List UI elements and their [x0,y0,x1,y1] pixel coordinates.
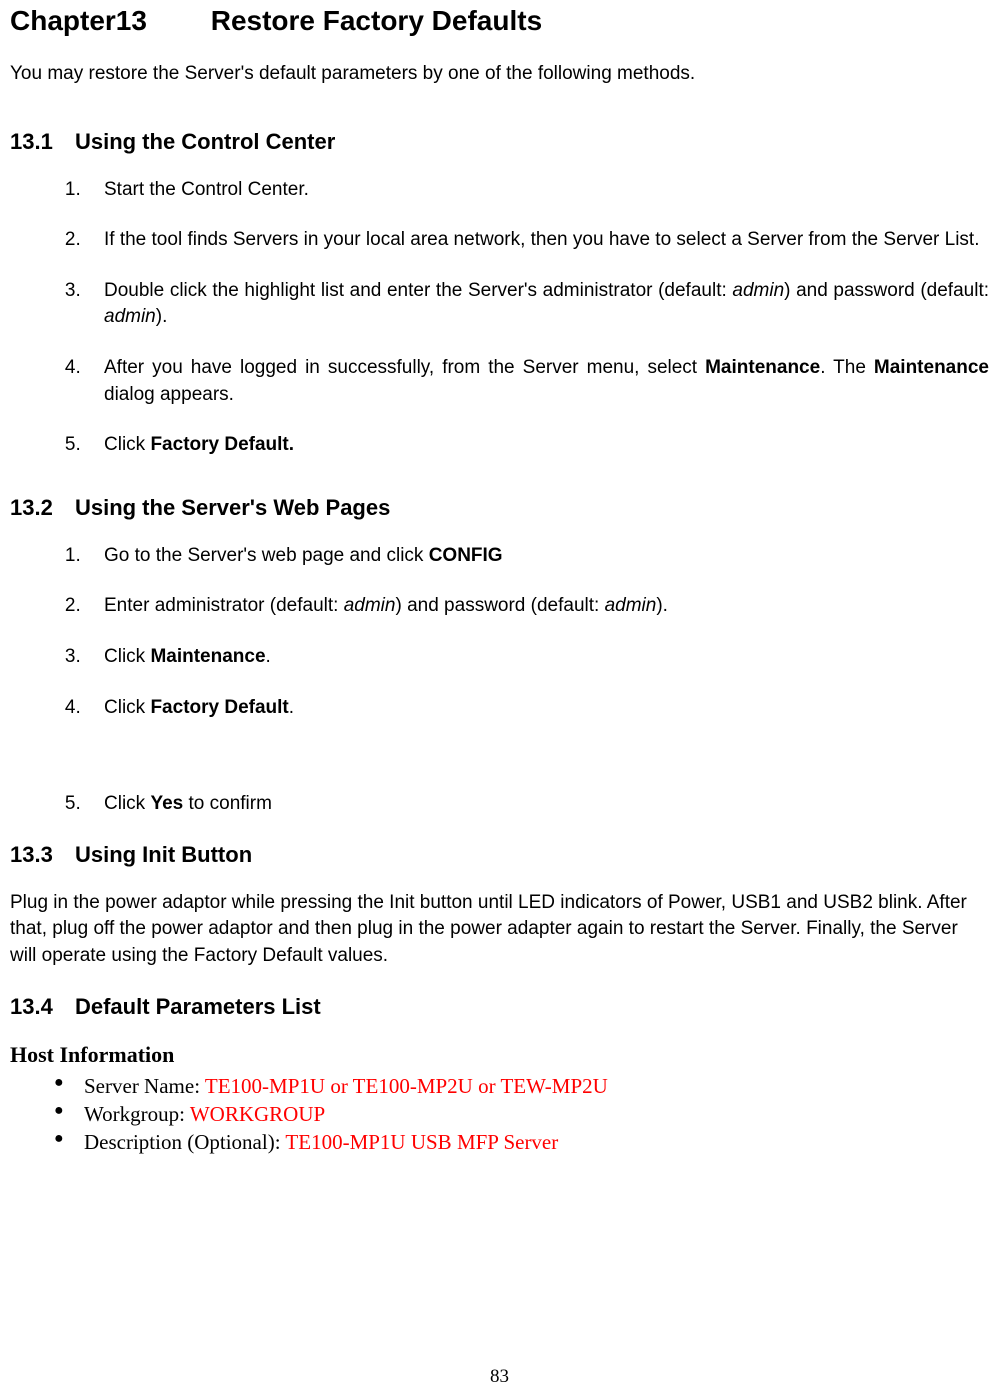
param-value: TE100-MP1U USB MFP Server [285,1130,558,1154]
step-item: After you have logged in successfully, f… [86,355,989,408]
step-text: Go to the Server's web page and click [104,545,429,566]
step-text: . [289,697,294,718]
step-text: If the tool finds Servers in your local … [104,229,979,250]
host-info-heading: Host Information [10,1042,989,1068]
step-text: ) and password (default: [784,280,989,301]
step-item: Click Maintenance. [86,644,989,671]
bold-text: Yes [150,793,183,814]
section-132-steps: Go to the Server's web page and click CO… [10,543,989,818]
step-text: ). [656,595,668,616]
italic-text: admin [104,306,156,327]
step-text: ) and password (default: [395,595,604,616]
italic-text: admin [605,595,657,616]
step-text: Double click the highlight list and ente… [104,280,732,301]
host-info-list: Server Name: TE100-MP1U or TE100-MP2U or… [10,1072,989,1157]
list-item: Workgroup: WORKGROUP [54,1100,989,1128]
italic-text: admin [732,280,784,301]
section-131-steps: Start the Control Center. If the tool fi… [10,177,989,459]
step-text: After you have logged in successfully, f… [104,357,705,378]
chapter-title: Chapter13 Restore Factory Defaults [10,5,989,37]
section-number: 13.4 [10,994,53,1019]
section-number: 13.3 [10,842,53,867]
step-text: ). [156,306,168,327]
step-item: If the tool finds Servers in your local … [86,227,989,254]
step-item: Double click the highlight list and ente… [86,278,989,331]
step-text: . [266,646,271,667]
section-label: Using Init Button [75,842,252,867]
section-131-title: 13.1 Using the Control Center [10,129,989,155]
list-item: Description (Optional): TE100-MP1U USB M… [54,1128,989,1156]
bold-text: Maintenance [705,357,820,378]
bold-text: Factory Default. [150,434,294,455]
italic-text: admin [344,595,396,616]
step-item: Click Factory Default. [86,432,989,459]
param-label: Workgroup: [84,1102,190,1126]
bold-text: Maintenance [874,357,989,378]
bold-text: Maintenance [150,646,265,667]
step-item: Start the Control Center. [86,177,989,204]
step-text: Click [104,697,150,718]
step-item: Enter administrator (default: admin) and… [86,593,989,620]
step-item: Click Factory Default. [86,695,989,722]
step-text: Click [104,793,150,814]
param-label: Server Name: [84,1074,205,1098]
section-133-body: Plug in the power adaptor while pressing… [10,890,989,970]
bold-text: CONFIG [429,545,503,566]
step-text: . The [820,357,874,378]
document-page: Chapter13 Restore Factory Defaults You m… [0,0,999,1400]
step-text: Enter administrator (default: [104,595,344,616]
step-text: Start the Control Center. [104,179,309,200]
chapter-number: Chapter13 [10,5,147,36]
step-item: Click Yes to confirm [86,791,989,818]
section-label: Default Parameters List [75,994,321,1019]
section-label: Using the Control Center [75,129,335,154]
step-text: dialog appears. [104,384,234,405]
param-value: TE100-MP1U or TE100-MP2U or TEW-MP2U [205,1074,608,1098]
chapter-label: Restore Factory Defaults [211,5,542,36]
step-text: Click [104,646,150,667]
section-label: Using the Server's Web Pages [75,495,390,520]
section-133-title: 13.3 Using Init Button [10,842,989,868]
list-item: Server Name: TE100-MP1U or TE100-MP2U or… [54,1072,989,1100]
section-132-title: 13.2 Using the Server's Web Pages [10,495,989,521]
param-label: Description (Optional): [84,1130,285,1154]
param-value: WORKGROUP [190,1102,325,1126]
intro-paragraph: You may restore the Server's default par… [10,61,989,87]
section-number: 13.2 [10,495,53,520]
step-text: to confirm [183,793,272,814]
page-number: 83 [0,1366,999,1388]
section-134-title: 13.4 Default Parameters List [10,994,989,1020]
section-number: 13.1 [10,129,53,154]
bold-text: Factory Default [150,697,288,718]
step-text: Click [104,434,150,455]
step-item: Go to the Server's web page and click CO… [86,543,989,570]
